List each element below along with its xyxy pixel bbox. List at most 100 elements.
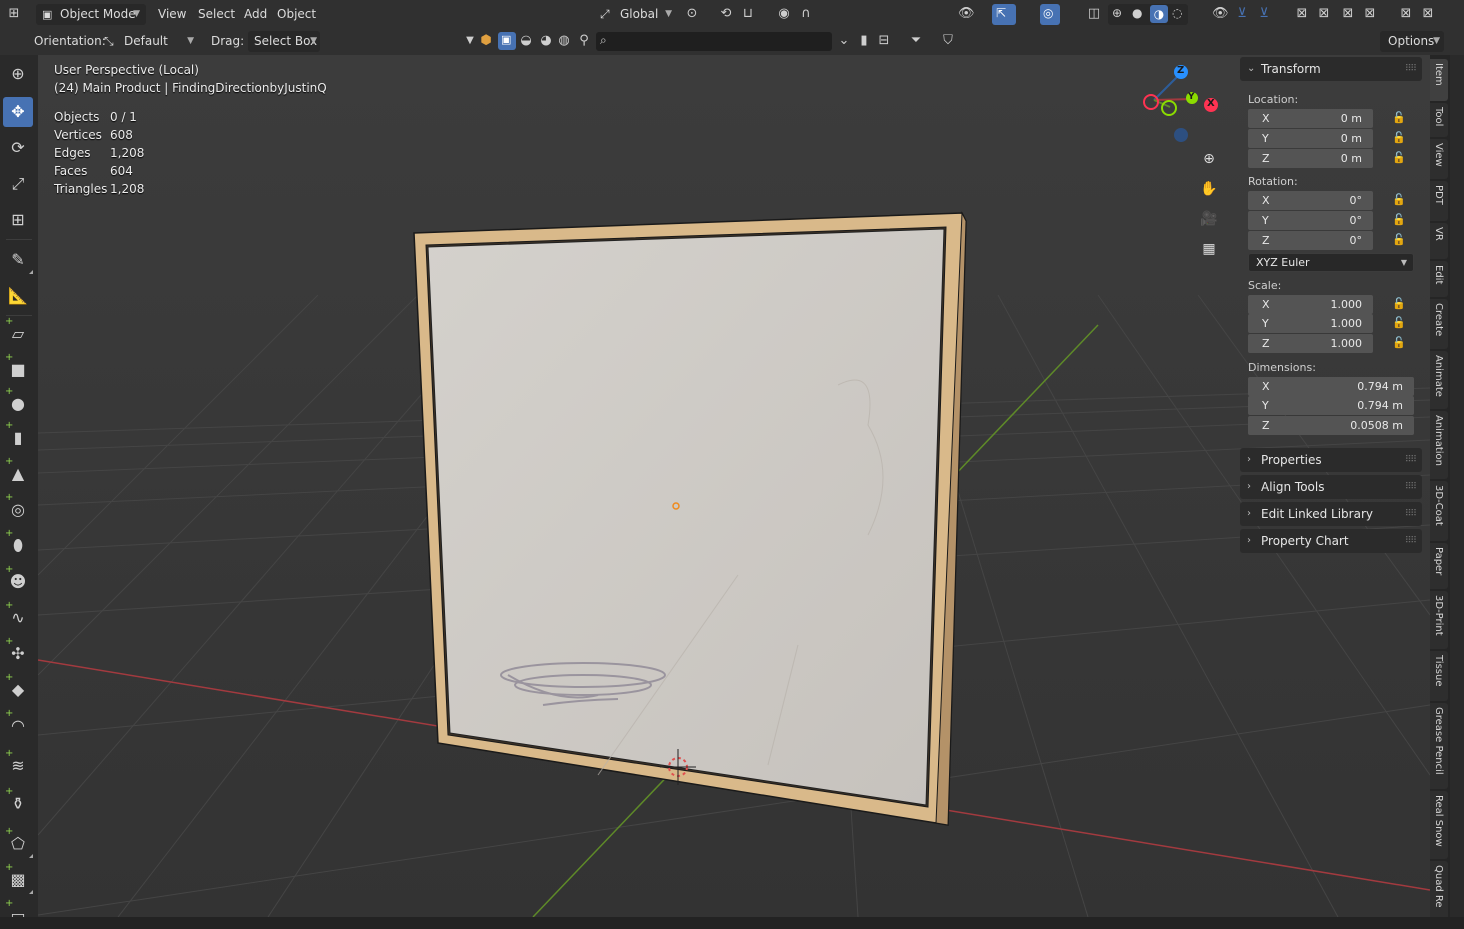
- add-plane-icon[interactable]: + ▱: [3, 316, 33, 349]
- scale-y-field[interactable]: Y 1.000: [1248, 314, 1373, 333]
- visibility-icon[interactable]: 👁: [958, 6, 975, 22]
- scale-z-field[interactable]: Z 1.000: [1248, 334, 1373, 353]
- rotation-mode-dropdown[interactable]: XYZ Euler ▼: [1248, 253, 1414, 272]
- dimensions-x-field[interactable]: X 0.794 m: [1248, 377, 1414, 396]
- add-torus-icon[interactable]: + ◎: [3, 492, 33, 525]
- filter-button[interactable]: ▣: [498, 32, 516, 50]
- wireframe-shading-icon[interactable]: ⊕: [1112, 6, 1122, 20]
- xray-icon[interactable]: ◫: [1086, 6, 1102, 22]
- grip-icon[interactable]: ⠿⠿: [1405, 475, 1417, 499]
- editor-type-icon[interactable]: ⊞: [6, 6, 22, 22]
- lock-icon[interactable]: 🔓: [1392, 233, 1406, 247]
- overlays-toggle-button[interactable]: ◎: [1040, 4, 1060, 25]
- rotate-tool-icon[interactable]: ⟳: [3, 133, 33, 163]
- chevron-down-icon[interactable]: ▼: [462, 33, 478, 49]
- select-filter-icon[interactable]: ⊠: [1294, 6, 1310, 22]
- sphere-icon[interactable]: ◒: [518, 33, 534, 49]
- eye-icon[interactable]: 👁: [1212, 6, 1229, 22]
- bookmark-icon[interactable]: ▮: [856, 33, 872, 49]
- proportional-editing-icon[interactable]: ◉: [776, 6, 792, 22]
- ortho-grid-icon[interactable]: ▦: [1197, 237, 1221, 261]
- add-cone-icon[interactable]: + ▲: [3, 456, 33, 489]
- material-shading-icon[interactable]: ◑: [1150, 5, 1168, 23]
- scene-icon[interactable]: ⬢: [478, 33, 494, 49]
- lock-icon[interactable]: 🔓: [1392, 316, 1406, 330]
- display-mode-icon[interactable]: ⊟: [876, 33, 892, 49]
- tab-real-snow[interactable]: Real Snow: [1430, 791, 1448, 859]
- mode-dropdown[interactable]: ▣ Object Mode ▼: [36, 4, 146, 25]
- lock-icon[interactable]: 🔓: [1392, 111, 1406, 125]
- menu-add[interactable]: Add: [244, 4, 267, 25]
- add-bottle-icon[interactable]: + ⚱: [3, 786, 33, 819]
- 3d-viewport[interactable]: Z X Y User Perspective (Local) (24) Main…: [38, 55, 1430, 917]
- properties-panel-header[interactable]: › Properties ⠿⠿: [1240, 448, 1422, 472]
- grip-icon[interactable]: ⠿⠿: [1405, 529, 1417, 553]
- lock-icon[interactable]: 🔓: [1392, 297, 1406, 311]
- move-tool-icon[interactable]: ✥: [3, 97, 33, 127]
- property-chart-panel-header[interactable]: › Property Chart ⠿⠿: [1240, 529, 1422, 553]
- cursor-tool-icon[interactable]: ⊕: [3, 59, 33, 89]
- tab-grease-pencil[interactable]: Grease Pencil: [1430, 703, 1448, 789]
- add-monkey-icon[interactable]: + ☻: [3, 564, 33, 597]
- select-filter-icon[interactable]: ⊠: [1398, 6, 1414, 22]
- pan-hand-icon[interactable]: ✋: [1197, 177, 1221, 201]
- rotation-z-field[interactable]: Z 0°: [1248, 231, 1373, 250]
- tab-paper[interactable]: Paper: [1430, 543, 1448, 589]
- tab-tissue[interactable]: Tissue: [1430, 651, 1448, 701]
- falloff-icon[interactable]: ∩: [798, 6, 814, 22]
- select-filter-icon[interactable]: ⊠: [1362, 6, 1378, 22]
- add-spring-icon[interactable]: + ≋: [3, 748, 33, 781]
- snap-icon[interactable]: ⟲: [718, 6, 734, 22]
- location-x-field[interactable]: X 0 m: [1248, 109, 1373, 128]
- snap-target-icon[interactable]: ⊔: [740, 6, 756, 22]
- tab-edit[interactable]: Edit: [1430, 261, 1448, 297]
- add-shape-icon[interactable]: + ⬠: [3, 826, 33, 859]
- options-dropdown[interactable]: Options ▼: [1380, 31, 1444, 52]
- transform-tool-icon[interactable]: ⊞: [3, 205, 33, 235]
- tab-vr[interactable]: VR: [1430, 223, 1448, 259]
- material-icon[interactable]: ◕: [538, 33, 554, 49]
- transform-panel-header[interactable]: ⌄ Transform ⠿⠿: [1240, 57, 1422, 81]
- tab-tool[interactable]: Tool: [1430, 103, 1448, 137]
- scale-tool-icon[interactable]: ⤢: [3, 169, 33, 199]
- align-tools-panel-header[interactable]: › Align Tools ⠿⠿: [1240, 475, 1422, 499]
- lock-icon[interactable]: 🔓: [1392, 193, 1406, 207]
- asset-search-input[interactable]: ⌕: [596, 32, 832, 51]
- gizmo-toggle-button[interactable]: ⇱: [992, 4, 1016, 25]
- world-icon[interactable]: ◍: [556, 33, 572, 49]
- brush-icon[interactable]: ⚲: [576, 33, 592, 49]
- tab-3d-coat[interactable]: 3D-Coat: [1430, 481, 1448, 541]
- dimensions-z-field[interactable]: Z 0.0508 m: [1248, 416, 1414, 435]
- tab-3d-print[interactable]: 3D-Print: [1430, 591, 1448, 649]
- filter-icon[interactable]: ⏷: [908, 33, 924, 49]
- gizmo-x-label[interactable]: X: [1207, 98, 1215, 109]
- shield-icon[interactable]: ⛉: [940, 33, 956, 49]
- add-arch-icon[interactable]: + ◠: [3, 708, 33, 741]
- location-y-field[interactable]: Y 0 m: [1248, 129, 1373, 148]
- transform-orientation-dropdown[interactable]: ⤢ Global ▼: [596, 4, 674, 25]
- menu-select[interactable]: Select: [198, 4, 235, 25]
- tab-quad-re[interactable]: Quad Re: [1430, 861, 1448, 921]
- tab-item[interactable]: Item: [1430, 59, 1448, 101]
- lock-icon[interactable]: 🔓: [1392, 151, 1406, 165]
- add-empty-icon[interactable]: + ✣: [3, 636, 33, 669]
- add-capsule-icon[interactable]: + ⬮: [3, 528, 33, 561]
- zoom-icon[interactable]: ⊕: [1197, 147, 1221, 171]
- dimensions-y-field[interactable]: Y 0.794 m: [1248, 396, 1414, 415]
- menu-view[interactable]: View: [158, 4, 186, 25]
- add-gem-icon[interactable]: + ◆: [3, 672, 33, 705]
- add-sphere-icon[interactable]: + ●: [3, 386, 33, 419]
- lock-icon[interactable]: 🔓: [1392, 336, 1406, 350]
- scale-x-field[interactable]: X 1.000: [1248, 295, 1373, 314]
- gizmo-y-label[interactable]: Y: [1188, 92, 1195, 102]
- menu-object[interactable]: Object: [277, 4, 316, 25]
- select-filter-icon[interactable]: ⊻: [1234, 6, 1250, 22]
- select-filter-icon[interactable]: ⊠: [1420, 6, 1436, 22]
- lock-icon[interactable]: 🔓: [1392, 213, 1406, 227]
- rendered-shading-icon[interactable]: ◌: [1172, 6, 1182, 20]
- tab-create[interactable]: Create: [1430, 299, 1448, 349]
- rotation-y-field[interactable]: Y 0°: [1248, 211, 1373, 230]
- add-curve-icon[interactable]: + ∿: [3, 600, 33, 633]
- select-filter-icon[interactable]: ⊻: [1256, 6, 1272, 22]
- lock-icon[interactable]: 🔓: [1392, 131, 1406, 145]
